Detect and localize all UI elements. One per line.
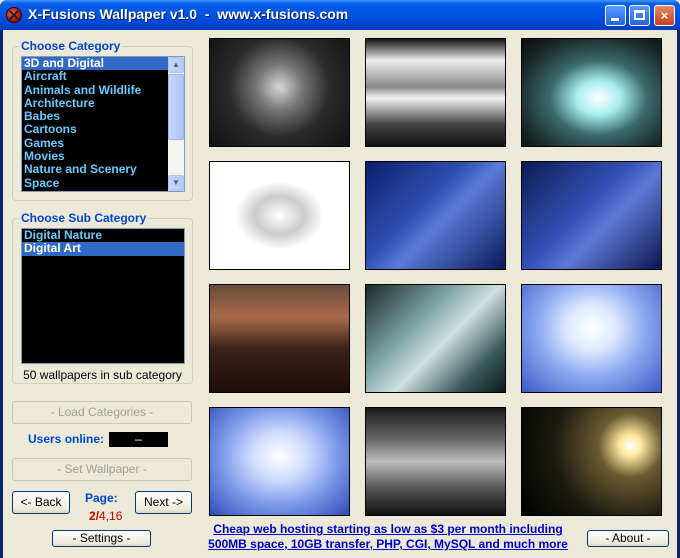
next-button[interactable]: Next ->	[135, 491, 192, 514]
wallpaper-thumbnail-spaceship-light[interactable]	[521, 407, 662, 516]
about-button[interactable]: - About -	[587, 530, 669, 547]
wallpaper-count-text: 50 wallpapers in sub category	[23, 368, 182, 382]
window-title: X-Fusions Wallpaper v1.0 - www.x-fusions…	[28, 6, 349, 22]
page-total: 4,16	[99, 509, 123, 523]
wallpaper-thumbnail-phasefilter[interactable]	[365, 284, 506, 393]
users-online-value: –	[109, 432, 168, 447]
load-categories-button[interactable]: - Load Categories -	[12, 401, 192, 424]
category-item[interactable]: Aircraft	[22, 70, 169, 83]
wallpaper-thumbnail-android-figure[interactable]	[365, 407, 506, 516]
category-item[interactable]: Movies	[22, 149, 169, 163]
subcategory-item[interactable]: Digital Nature	[22, 229, 184, 242]
category-group-title: Choose Category	[19, 39, 123, 53]
category-item[interactable]: Animals and Wildlife	[22, 83, 169, 97]
scroll-up-button[interactable]: ▲	[168, 57, 184, 73]
subcategory-listbox[interactable]: Digital Nature Digital Art	[21, 228, 185, 364]
category-item[interactable]: Space	[22, 176, 169, 190]
chevron-up-icon: ▲	[172, 60, 180, 69]
subcategory-item[interactable]: Digital Art	[22, 242, 184, 256]
category-scrollbar[interactable]: ▲ ▼	[168, 57, 184, 191]
ad-line-2: 500MB space, 10GB transfer, PHP, CGI, My…	[208, 537, 568, 551]
app-window: X-Fusions Wallpaper v1.0 - www.x-fusions…	[0, 0, 680, 558]
wallpaper-thumbnail-chrome-logo[interactable]	[209, 161, 350, 270]
wallpaper-thumbnail-mech-sunset[interactable]	[209, 284, 350, 393]
back-button[interactable]: <- Back	[12, 491, 70, 514]
category-group: Choose Category 3D and Digital Aircraft An…	[12, 39, 193, 201]
wallpaper-thumbnail-cyan-tech[interactable]	[521, 38, 662, 147]
page-current: 2	[89, 509, 96, 523]
subcategory-group: Choose Sub Category Digital Nature Digita…	[12, 211, 193, 384]
category-list: 3D and Digital Aircraft Animals and Wildli…	[22, 57, 169, 190]
wallpaper-thumbnail-blue-glow-pod-2[interactable]	[209, 407, 350, 516]
category-item[interactable]: 3D and Digital	[22, 57, 169, 71]
scroll-down-button[interactable]: ▼	[168, 175, 184, 191]
category-item[interactable]: Nature and Scenery	[22, 163, 169, 176]
set-wallpaper-button[interactable]: - Set Wallpaper -	[12, 458, 192, 481]
page-label: Page:	[85, 491, 118, 505]
title-bar[interactable]: X-Fusions Wallpaper v1.0 - www.x-fusions…	[0, 0, 680, 30]
category-item[interactable]: Babes	[22, 110, 169, 123]
chevron-down-icon: ▼	[172, 178, 180, 187]
users-online-label: Users online:	[28, 432, 105, 446]
client-area: Choose Category 3D and Digital Aircraft An…	[3, 30, 677, 558]
wallpaper-thumbnail-skull-panorama[interactable]	[365, 38, 506, 147]
minimize-button[interactable]	[605, 5, 626, 26]
scrollbar-thumb[interactable]	[168, 74, 184, 140]
close-button[interactable]: ×	[654, 5, 675, 26]
wallpaper-thumbnail-as5-proteus-2[interactable]	[521, 161, 662, 270]
subcategory-group-title: Choose Sub Category	[19, 211, 149, 225]
close-icon: ×	[660, 8, 669, 23]
settings-button[interactable]: - Settings -	[52, 530, 151, 547]
maximize-button[interactable]	[629, 5, 650, 26]
wallpaper-thumbnail-as5-proteus-1[interactable]	[365, 161, 506, 270]
app-logo-icon[interactable]	[6, 7, 22, 23]
page-indicator: 2/4,16	[89, 509, 122, 523]
category-item[interactable]: Games	[22, 136, 169, 150]
subcategory-list: Digital Nature Digital Art	[22, 229, 184, 256]
minimize-icon	[611, 18, 619, 21]
wallpaper-thumbnail-gas-mask[interactable]	[209, 38, 350, 147]
maximize-icon	[634, 10, 645, 20]
hosting-ad-link[interactable]: Cheap web hosting starting as low as $3 …	[208, 522, 568, 552]
category-listbox[interactable]: 3D and Digital Aircraft Animals and Wildli…	[21, 56, 185, 192]
ad-line-1: Cheap web hosting starting as low as $3 …	[213, 522, 563, 536]
category-item[interactable]: Cartoons	[22, 123, 169, 136]
category-item[interactable]: Architecture	[22, 96, 169, 110]
wallpaper-thumbnail-blue-glow-pod-1[interactable]	[521, 284, 662, 393]
